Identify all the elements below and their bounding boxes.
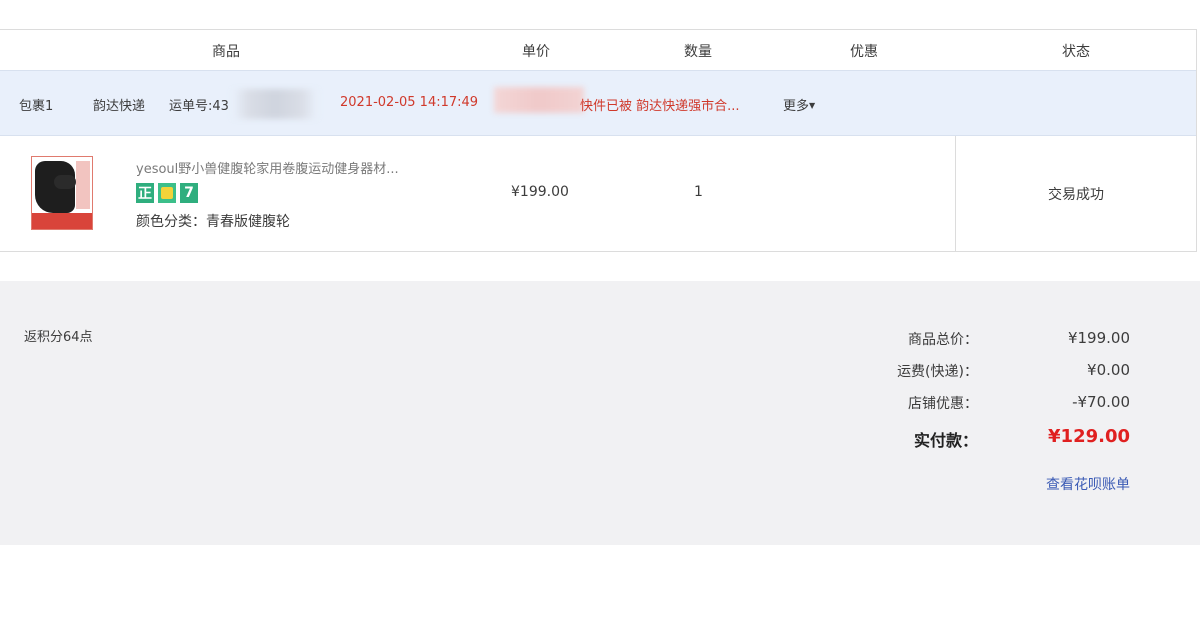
- shipping-value: ¥0.00: [1087, 361, 1130, 379]
- header-quantity: 数量: [684, 44, 712, 60]
- seven-day-return-icon[interactable]: 7: [180, 183, 198, 203]
- tracking-time: 2021-02-05 14:17:49: [340, 95, 479, 110]
- header-product: 商品: [212, 44, 240, 60]
- order-item-row: yesoul野小兽健腹轮家用卷腹运动健身器材... 正 7 颜色分类：青春版健腹…: [0, 136, 1196, 252]
- package-row: 包裹1 韵达快递 运单号:43 2021-02-05 14:17:49 快件已被…: [0, 70, 1196, 136]
- header-unit-price: 单价: [522, 44, 550, 60]
- subtotal-label: 商品总价：: [908, 332, 978, 348]
- service-badges: 正 7: [136, 183, 198, 203]
- product-title-link[interactable]: yesoul野小兽健腹轮家用卷腹运动健身器材...: [136, 158, 399, 177]
- table-header: 商品 单价 数量 优惠 状态: [0, 30, 1196, 70]
- more-label: 更多: [783, 99, 810, 114]
- courier-name: 韵达快递: [93, 99, 146, 114]
- tracking-status[interactable]: 快件已被 韵达快递强市合...: [580, 95, 740, 114]
- product-thumbnail[interactable]: [31, 156, 93, 230]
- item-quantity: 1: [694, 184, 703, 200]
- store-discount-value: -¥70.00: [1072, 393, 1130, 411]
- thumb-up-icon[interactable]: [158, 183, 176, 203]
- package-label: 包裹1: [19, 99, 54, 114]
- order-status: 交易成功: [1048, 187, 1104, 203]
- header-discount: 优惠: [850, 44, 878, 60]
- genuine-badge-icon[interactable]: 正: [136, 183, 154, 203]
- paid-amount: ¥129.00: [1048, 426, 1130, 447]
- header-status: 状态: [1062, 44, 1090, 60]
- unit-price: ¥199.00: [511, 184, 569, 200]
- store-discount-label: 店铺优惠：: [908, 396, 978, 412]
- order-summary: 返积分64点 商品总价： ¥199.00 运费(快递)： ¥0.00 店铺优惠：…: [0, 281, 1200, 545]
- reward-points: 返积分64点: [24, 330, 93, 345]
- more-dropdown[interactable]: 更多▼: [783, 95, 815, 114]
- product-variant: 颜色分类：青春版健腹轮: [136, 214, 290, 230]
- subtotal-value: ¥199.00: [1067, 329, 1130, 347]
- paid-label: 实付款：: [913, 431, 978, 450]
- order-table: 商品 单价 数量 优惠 状态 包裹1 韵达快递 运单号:43 2021-02-0…: [0, 29, 1197, 252]
- redacted-waybill: [232, 89, 318, 119]
- redacted-tracking: [494, 87, 584, 113]
- waybill-number: 运单号:43: [169, 99, 229, 114]
- shipping-label: 运费(快递)：: [897, 364, 978, 380]
- caret-down-icon: ▼: [809, 101, 816, 110]
- view-huabei-bill-link[interactable]: 查看花呗账单: [1046, 474, 1130, 494]
- status-cell: 交易成功: [955, 136, 1197, 252]
